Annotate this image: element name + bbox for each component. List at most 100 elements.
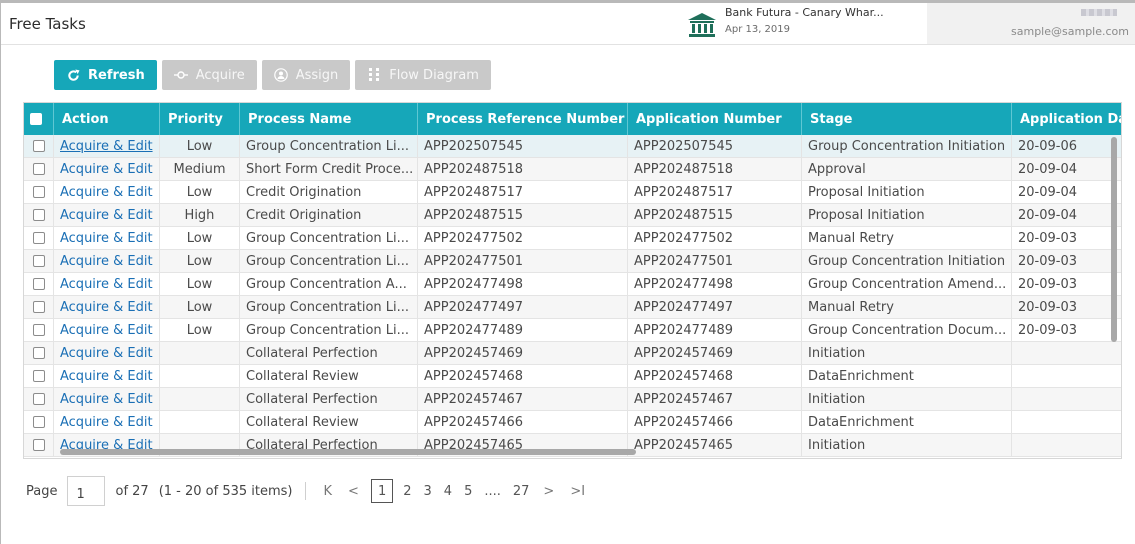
page-label: Page <box>26 483 58 499</box>
table-row[interactable]: Acquire & Edit Low Credit Origination AP… <box>24 181 1121 204</box>
column-header-process-reference-number[interactable]: Process Reference Number <box>418 103 628 135</box>
row-checkbox[interactable] <box>32 416 45 428</box>
acquire-edit-link[interactable]: Acquire & Edit <box>60 369 153 384</box>
priority-cell: Low <box>160 181 240 203</box>
page-button-27[interactable]: 27 <box>507 484 536 499</box>
row-select-cell[interactable] <box>24 365 54 387</box>
row-checkbox[interactable] <box>32 370 45 382</box>
action-cell[interactable]: Acquire & Edit <box>54 181 160 203</box>
row-checkbox[interactable] <box>32 347 45 359</box>
acquire-edit-link[interactable]: Acquire & Edit <box>60 346 153 361</box>
column-header-action[interactable]: Action <box>54 103 160 135</box>
action-cell[interactable]: Acquire & Edit <box>54 319 160 341</box>
acquire-edit-link[interactable]: Acquire & Edit <box>60 277 153 292</box>
row-select-cell[interactable] <box>24 319 54 341</box>
row-checkbox[interactable] <box>32 186 45 198</box>
previous-page-button[interactable]: < <box>340 484 367 499</box>
select-all-checkbox[interactable] <box>30 113 42 125</box>
last-page-button[interactable]: >I <box>562 484 593 499</box>
table-row[interactable]: Acquire & Edit Low Group Concentration L… <box>24 250 1121 273</box>
next-page-button[interactable]: > <box>535 484 562 499</box>
table-row[interactable]: Acquire & Edit Medium Short Form Credit … <box>24 158 1121 181</box>
column-header-stage[interactable]: Stage <box>802 103 1012 135</box>
row-select-cell[interactable] <box>24 434 54 456</box>
flow-diagram-button[interactable]: Flow Diagram <box>355 60 491 90</box>
row-select-cell[interactable] <box>24 388 54 410</box>
table-row[interactable]: Acquire & Edit Low Group Concentration L… <box>24 227 1121 250</box>
assign-button[interactable]: Assign <box>261 60 351 90</box>
page-number-input[interactable] <box>67 476 106 506</box>
application-date-cell: 20-09-03 <box>1018 253 1078 269</box>
action-cell[interactable]: Acquire & Edit <box>54 365 160 387</box>
acquire-edit-link[interactable]: Acquire & Edit <box>60 300 153 315</box>
row-checkbox[interactable] <box>32 439 45 451</box>
acquire-edit-link[interactable]: Acquire & Edit <box>60 323 153 338</box>
action-cell[interactable]: Acquire & Edit <box>54 227 160 249</box>
row-select-cell[interactable] <box>24 342 54 364</box>
row-select-cell[interactable] <box>24 227 54 249</box>
row-select-cell[interactable] <box>24 250 54 272</box>
action-cell[interactable]: Acquire & Edit <box>54 273 160 295</box>
refresh-button[interactable]: Refresh <box>54 60 157 90</box>
action-cell[interactable]: Acquire & Edit <box>54 158 160 180</box>
row-select-cell[interactable] <box>24 181 54 203</box>
branch-name[interactable]: Bank Futura - Canary Whar... <box>725 6 884 19</box>
action-cell[interactable]: Acquire & Edit <box>54 342 160 364</box>
action-cell[interactable]: Acquire & Edit <box>54 296 160 318</box>
acquire-button[interactable]: Acquire <box>161 60 257 90</box>
user-panel[interactable]: sample@sample.com <box>927 3 1135 44</box>
acquire-edit-link[interactable]: Acquire & Edit <box>60 162 153 177</box>
vertical-scrollbar[interactable] <box>1111 137 1117 342</box>
row-checkbox[interactable] <box>32 209 45 221</box>
table-row[interactable]: Acquire & Edit Collateral Perfection APP… <box>24 388 1121 411</box>
page-button-4[interactable]: 4 <box>438 484 458 499</box>
first-page-button[interactable]: K <box>316 484 341 499</box>
action-cell[interactable]: Acquire & Edit <box>54 204 160 226</box>
row-select-cell[interactable] <box>24 411 54 433</box>
table-row[interactable]: Acquire & Edit Collateral Review APP2024… <box>24 365 1121 388</box>
page-button-5[interactable]: 5 <box>458 484 478 499</box>
table-row[interactable]: Acquire & Edit Low Group Concentration A… <box>24 273 1121 296</box>
action-cell[interactable]: Acquire & Edit <box>54 135 160 157</box>
acquire-edit-link[interactable]: Acquire & Edit <box>60 139 153 154</box>
row-select-cell[interactable] <box>24 273 54 295</box>
page-ellipsis[interactable]: .... <box>478 484 507 499</box>
acquire-edit-link[interactable]: Acquire & Edit <box>60 208 153 223</box>
table-row[interactable]: Acquire & Edit Low Group Concentration L… <box>24 135 1121 158</box>
page-button-1[interactable]: 1 <box>370 479 394 503</box>
table-row[interactable]: Acquire & Edit Low Group Concentration L… <box>24 296 1121 319</box>
row-checkbox[interactable] <box>32 393 45 405</box>
acquire-edit-link[interactable]: Acquire & Edit <box>60 185 153 200</box>
row-checkbox[interactable] <box>32 324 45 336</box>
row-checkbox[interactable] <box>32 255 45 267</box>
row-select-cell[interactable] <box>24 296 54 318</box>
table-row[interactable]: Acquire & Edit Collateral Perfection APP… <box>24 342 1121 365</box>
acquire-edit-link[interactable]: Acquire & Edit <box>60 254 153 269</box>
action-cell[interactable]: Acquire & Edit <box>54 411 160 433</box>
acquire-edit-link[interactable]: Acquire & Edit <box>60 415 153 430</box>
column-header-process-name[interactable]: Process Name <box>240 103 418 135</box>
column-header-application-date[interactable]: Application Da <box>1012 103 1121 135</box>
acquire-edit-link[interactable]: Acquire & Edit <box>60 231 153 246</box>
action-cell[interactable]: Acquire & Edit <box>54 250 160 272</box>
page-button-3[interactable]: 3 <box>418 484 438 499</box>
row-select-cell[interactable] <box>24 135 54 157</box>
column-header-application-number[interactable]: Application Number <box>628 103 802 135</box>
row-checkbox[interactable] <box>32 140 45 152</box>
header-select-all[interactable] <box>24 103 54 135</box>
row-select-cell[interactable] <box>24 204 54 226</box>
column-header-priority[interactable]: Priority <box>160 103 240 135</box>
table-row[interactable]: Acquire & Edit Collateral Review APP2024… <box>24 411 1121 434</box>
row-checkbox[interactable] <box>32 278 45 290</box>
row-select-cell[interactable] <box>24 158 54 180</box>
action-cell[interactable]: Acquire & Edit <box>54 388 160 410</box>
row-checkbox[interactable] <box>32 232 45 244</box>
table-row[interactable]: Acquire & Edit Low Group Concentration L… <box>24 319 1121 342</box>
table-row[interactable]: Acquire & Edit High Credit Origination A… <box>24 204 1121 227</box>
row-checkbox[interactable] <box>32 163 45 175</box>
page-button-2[interactable]: 2 <box>397 484 417 499</box>
row-checkbox[interactable] <box>32 301 45 313</box>
horizontal-scrollbar[interactable] <box>60 449 636 455</box>
user-email: sample@sample.com <box>1011 25 1129 38</box>
acquire-edit-link[interactable]: Acquire & Edit <box>60 392 153 407</box>
